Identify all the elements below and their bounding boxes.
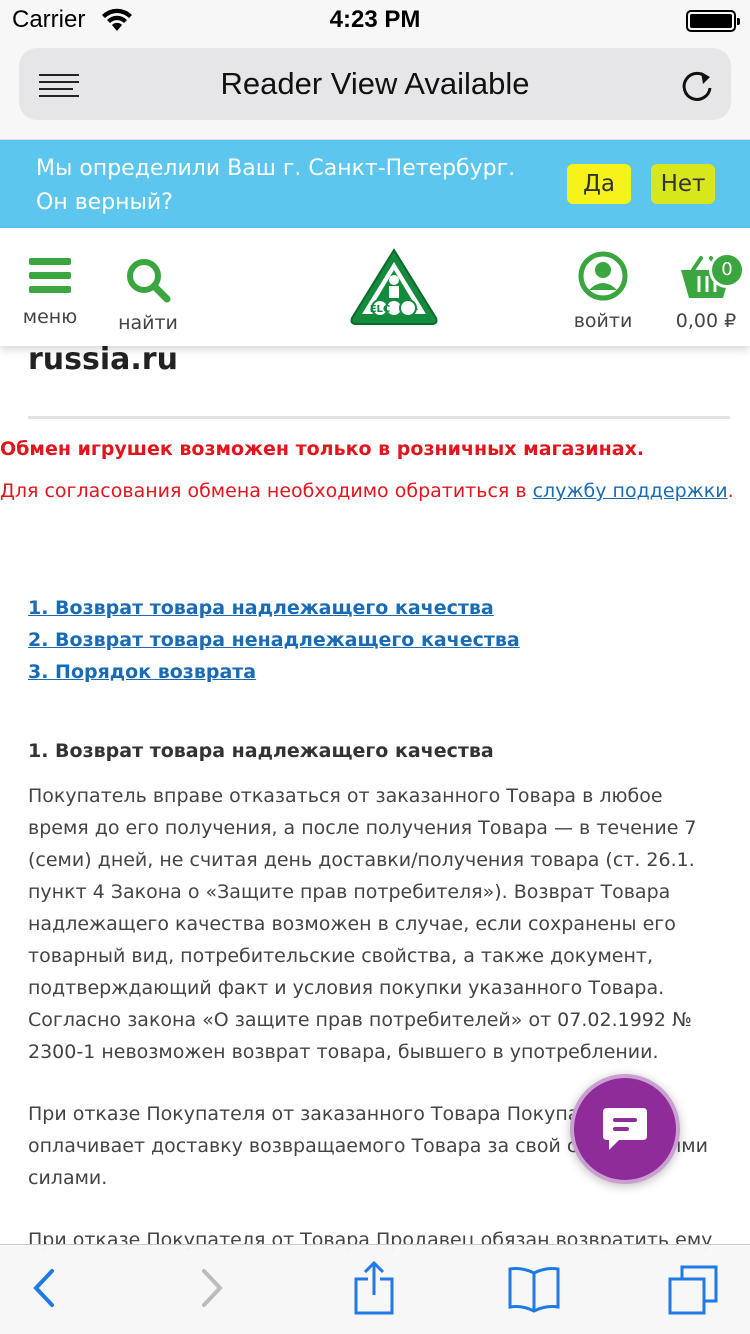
svg-text:ELC: ELC xyxy=(370,304,391,315)
bookmarks-icon[interactable] xyxy=(508,1265,560,1313)
section-heading: 1. Возврат товара надлежащего качества xyxy=(28,740,494,762)
login-label: войти xyxy=(573,310,633,332)
divider xyxy=(28,416,730,419)
menu-button[interactable]: меню xyxy=(16,258,84,328)
forward-icon[interactable] xyxy=(196,1265,226,1311)
city-no-button[interactable]: Нет xyxy=(651,164,715,204)
toc-link-1[interactable]: 1. Возврат товара надлежащего качества xyxy=(28,592,520,624)
tabs-icon[interactable] xyxy=(668,1265,720,1315)
elc-logo[interactable]: ELC xyxy=(346,246,442,328)
browser-address-area: Reader View Available xyxy=(0,40,750,140)
section-paragraph: Покупатель вправе отказаться от заказанн… xyxy=(28,785,697,1063)
support-link[interactable]: службу поддержки xyxy=(533,480,728,502)
reload-icon[interactable] xyxy=(679,68,715,104)
battery-icon xyxy=(686,10,740,32)
exchange-notice-support: Для согласования обмена необходимо обрат… xyxy=(0,480,734,502)
notice-prefix: Для согласования обмена необходимо обрат… xyxy=(0,480,533,502)
status-bar: Carrier 4:23 PM xyxy=(0,0,750,40)
hamburger-icon xyxy=(29,258,71,294)
city-confirmation-banner: Мы определили Ваш г. Санкт-Петербург. Он… xyxy=(0,140,750,228)
domain-text: russia.ru xyxy=(28,342,178,377)
site-header: меню найти ELC войти 0,00 ₽ xyxy=(0,228,750,346)
address-bar-title: Reader View Available xyxy=(220,66,530,101)
search-icon xyxy=(127,259,171,303)
notice-suffix: . xyxy=(727,480,734,502)
table-of-contents: 1. Возврат товара надлежащего качества 2… xyxy=(28,592,520,688)
clock: 4:23 PM xyxy=(329,6,421,33)
address-bar[interactable]: Reader View Available xyxy=(19,48,731,120)
cart-count-badge: 0 xyxy=(709,252,745,288)
chat-icon xyxy=(603,1108,647,1150)
user-icon xyxy=(578,251,628,301)
chat-widget-button[interactable] xyxy=(570,1074,680,1184)
exchange-notice: Обмен игрушек возможен только в розничны… xyxy=(0,438,645,460)
menu-label: меню xyxy=(22,306,78,328)
browser-toolbar xyxy=(0,1244,750,1334)
share-icon[interactable] xyxy=(354,1261,394,1315)
toc-link-3[interactable]: 3. Порядок возврата xyxy=(28,656,520,688)
city-question: Мы определили Ваш г. Санкт-Петербург. Он… xyxy=(36,156,516,215)
search-label: найти xyxy=(118,312,178,334)
search-button[interactable]: найти xyxy=(112,256,184,334)
city-yes-button[interactable]: Да xyxy=(567,164,631,204)
cart-total: 0,00 ₽ xyxy=(675,310,737,332)
toc-link-2[interactable]: 2. Возврат товара ненадлежащего качества xyxy=(28,624,520,656)
back-icon[interactable] xyxy=(30,1265,60,1311)
login-button[interactable]: войти xyxy=(566,250,640,332)
